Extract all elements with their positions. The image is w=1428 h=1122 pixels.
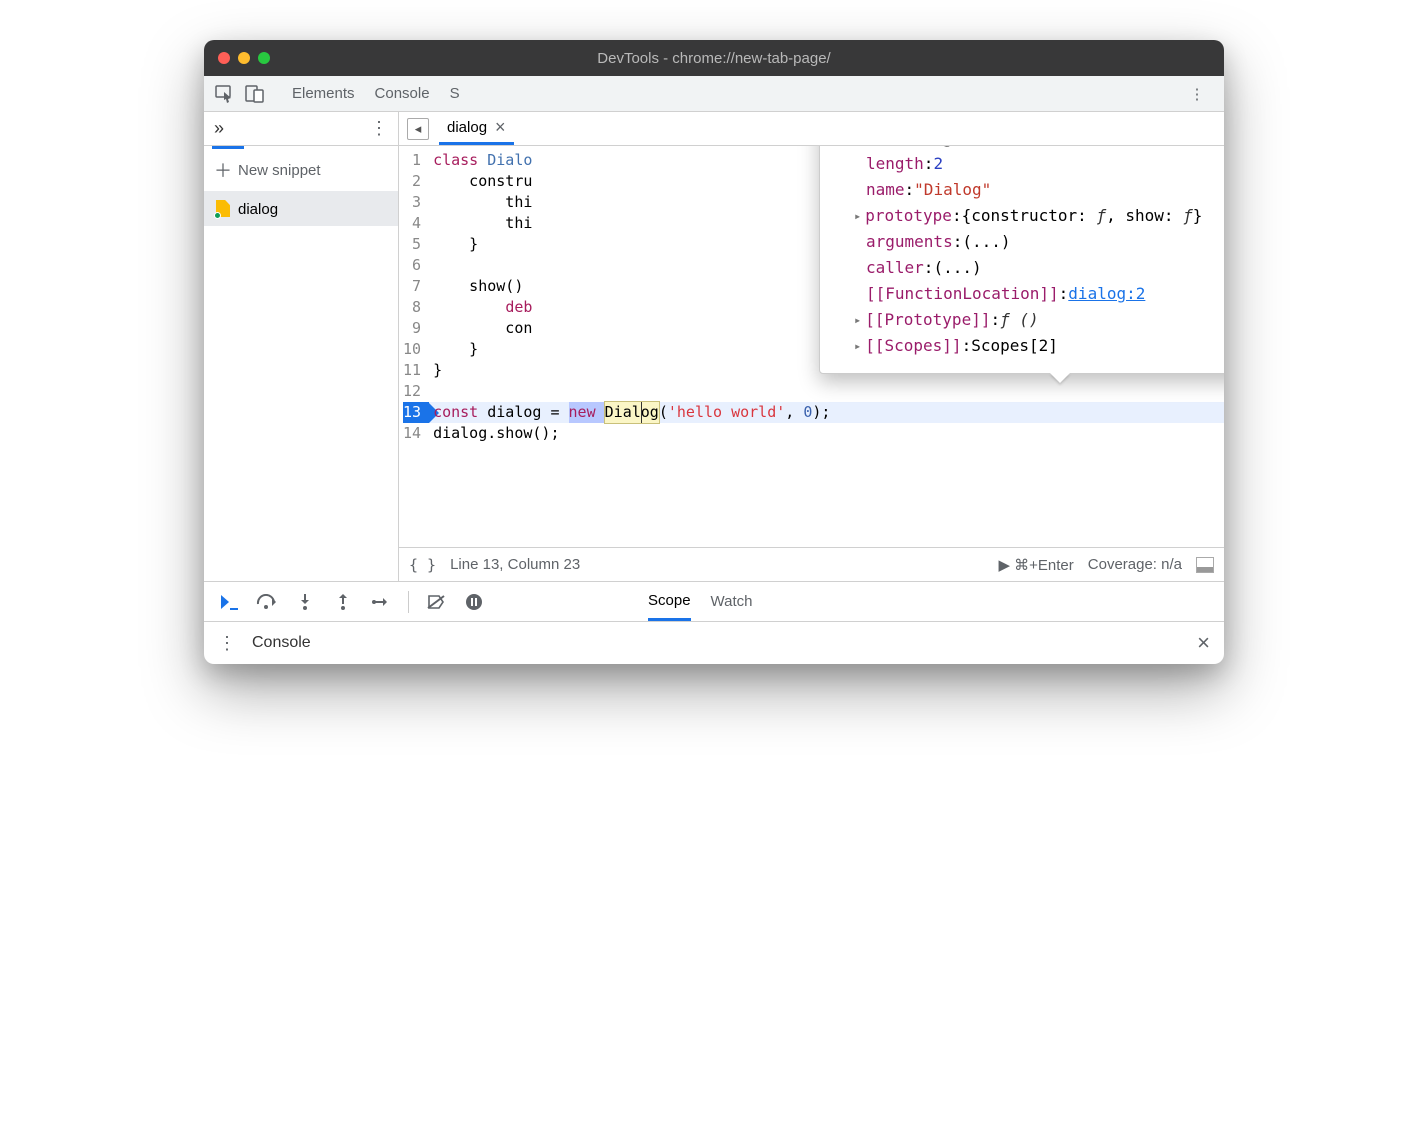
step-over-icon[interactable] [256,591,278,613]
snippet-file-icon [214,200,232,218]
pause-on-exceptions-icon[interactable] [463,591,485,613]
devtools-window: DevTools - chrome://new-tab-page/ Elemen… [204,40,1224,664]
dock-icon[interactable] [1196,557,1214,573]
titlebar: DevTools - chrome://new-tab-page/ [204,40,1224,76]
main-content: » ⋮ ＋ New snippet dialog ◂ dialog × [204,112,1224,582]
file-tabs: ◂ dialog × [399,112,1224,146]
editor-pane: ◂ dialog × 1234567891011121314 class Dia… [399,112,1224,581]
minimize-window-button[interactable] [238,52,250,64]
run-snippet-button[interactable]: ▶ ⌘+Enter [998,556,1073,574]
panel-tabs: Elements Console S [292,76,460,111]
inspect-element-icon[interactable] [214,83,236,105]
kebab-menu-icon[interactable]: ⋮ [1186,83,1208,105]
close-drawer-icon[interactable]: × [1197,630,1210,656]
tab-scope[interactable]: Scope [648,582,691,621]
cursor-position: Line 13, Column 23 [450,556,580,573]
new-snippet-button[interactable]: ＋ New snippet [204,149,398,192]
resume-icon[interactable] [218,591,240,613]
sidebar-menu-icon[interactable]: ⋮ [370,118,388,139]
snippet-name: dialog [238,201,278,218]
step-icon[interactable] [370,591,392,613]
new-snippet-label: New snippet [238,162,321,179]
traffic-lights [218,52,270,64]
debugger-toolbar: Scope Watch [204,582,1224,622]
file-tab-dialog[interactable]: dialog × [439,112,514,145]
plus-icon: ＋ [214,157,232,183]
object-preview-popover: class Dialog length: 2name: "Dialog"▸pro… [819,146,1224,374]
console-menu-icon[interactable]: ⋮ [218,633,236,654]
step-into-icon[interactable] [294,591,316,613]
tab-elements[interactable]: Elements [292,76,355,111]
deactivate-breakpoints-icon[interactable] [425,591,447,613]
editor-statusbar: { } Line 13, Column 23 ▶ ⌘+Enter Coverag… [399,547,1224,581]
coverage-label: Coverage: n/a [1088,556,1182,573]
snippets-sidebar: » ⋮ ＋ New snippet dialog [204,112,399,581]
close-tab-icon[interactable]: × [495,117,506,138]
main-toolbar: Elements Console S ⋮ [204,76,1224,112]
console-label: Console [252,634,311,652]
window-title: DevTools - chrome://new-tab-page/ [204,50,1224,67]
console-drawer: ⋮ Console × [204,622,1224,664]
maximize-window-button[interactable] [258,52,270,64]
snippet-item-dialog[interactable]: dialog [204,192,398,226]
file-tab-name: dialog [447,119,487,136]
tab-sources-partial[interactable]: S [450,76,460,111]
expand-sidebar-icon[interactable]: » [214,118,224,139]
tab-console[interactable]: Console [375,76,430,111]
step-out-icon[interactable] [332,591,354,613]
tab-watch[interactable]: Watch [711,593,753,610]
device-toolbar-icon[interactable] [244,83,266,105]
navigator-back-icon[interactable]: ◂ [407,118,429,140]
line-numbers: 1234567891011121314 [399,146,429,547]
debug-sidebar-tabs: Scope Watch [634,582,767,621]
pretty-print-icon[interactable]: { } [409,556,436,574]
close-window-button[interactable] [218,52,230,64]
sidebar-header: » ⋮ [204,112,398,146]
debug-controls [204,582,634,621]
code-editor[interactable]: 1234567891011121314 class Dialo constru … [399,146,1224,547]
